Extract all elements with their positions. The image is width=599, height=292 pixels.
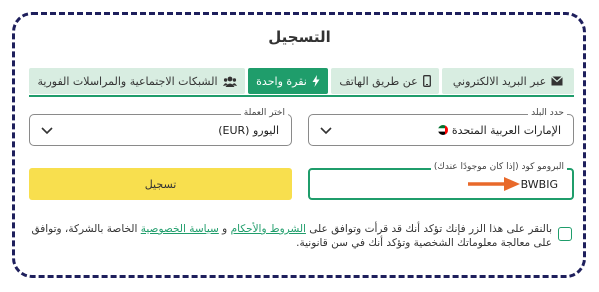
- currency-value: اليورو (EUR): [218, 124, 279, 137]
- tab-email-label: عبر البريد الالكتروني: [452, 74, 547, 88]
- country-value-wrap: الإمارات العربية المتحدة: [432, 124, 561, 137]
- tab-one-click-label: نقرة واحدة: [256, 74, 307, 88]
- tab-phone[interactable]: عن طريق الهاتف: [331, 68, 439, 94]
- tab-phone-label: عن طريق الهاتف: [339, 74, 418, 88]
- terms-text: بالنقر على هذا الزر فإنك تؤكد أنك قد قرأ…: [30, 222, 552, 250]
- users-icon: [222, 76, 237, 87]
- currency-select[interactable]: اليورو (EUR): [29, 114, 292, 146]
- currency-label: اختر العملة: [240, 108, 288, 118]
- terms-link[interactable]: الشروط والأحكام: [231, 223, 306, 235]
- register-button[interactable]: تسجيل: [29, 168, 292, 200]
- promo-code-input[interactable]: BWBIG: [308, 168, 574, 200]
- terms-mid: و: [218, 223, 231, 235]
- country-label: حدد البلد: [528, 108, 567, 118]
- promo-code-value: BWBIG: [520, 178, 558, 191]
- tab-one-click[interactable]: نقرة واحدة: [248, 68, 328, 94]
- phone-icon: [422, 75, 431, 87]
- arrow-annotation-icon: [468, 177, 520, 191]
- tab-social[interactable]: الشبكات الاجتماعية والمراسلات الفورية: [29, 68, 245, 94]
- uae-flag-icon: [438, 125, 449, 135]
- terms-checkbox[interactable]: [558, 227, 572, 241]
- registration-tabs: عبر البريد الالكتروني عن طريق الهاتف نقر…: [29, 68, 574, 96]
- terms-before: بالنقر على هذا الزر فإنك تؤكد أنك قد قرأ…: [305, 223, 552, 235]
- lightning-icon: [312, 75, 320, 87]
- tab-email[interactable]: عبر البريد الالكتروني: [442, 68, 574, 94]
- tab-underline: [29, 95, 574, 97]
- promo-code-label: البرومو كود (إذا كان موجودًا عندك): [430, 162, 567, 172]
- tab-social-label: الشبكات الاجتماعية والمراسلات الفورية: [37, 74, 218, 88]
- page-title: التسجيل: [268, 28, 331, 46]
- envelope-icon: [551, 76, 564, 86]
- privacy-policy-link[interactable]: سياسة الخصوصية: [141, 223, 219, 235]
- country-value: الإمارات العربية المتحدة: [451, 124, 561, 137]
- country-select[interactable]: الإمارات العربية المتحدة: [308, 114, 574, 146]
- chevron-down-icon: [41, 127, 53, 135]
- chevron-down-icon: [320, 127, 332, 135]
